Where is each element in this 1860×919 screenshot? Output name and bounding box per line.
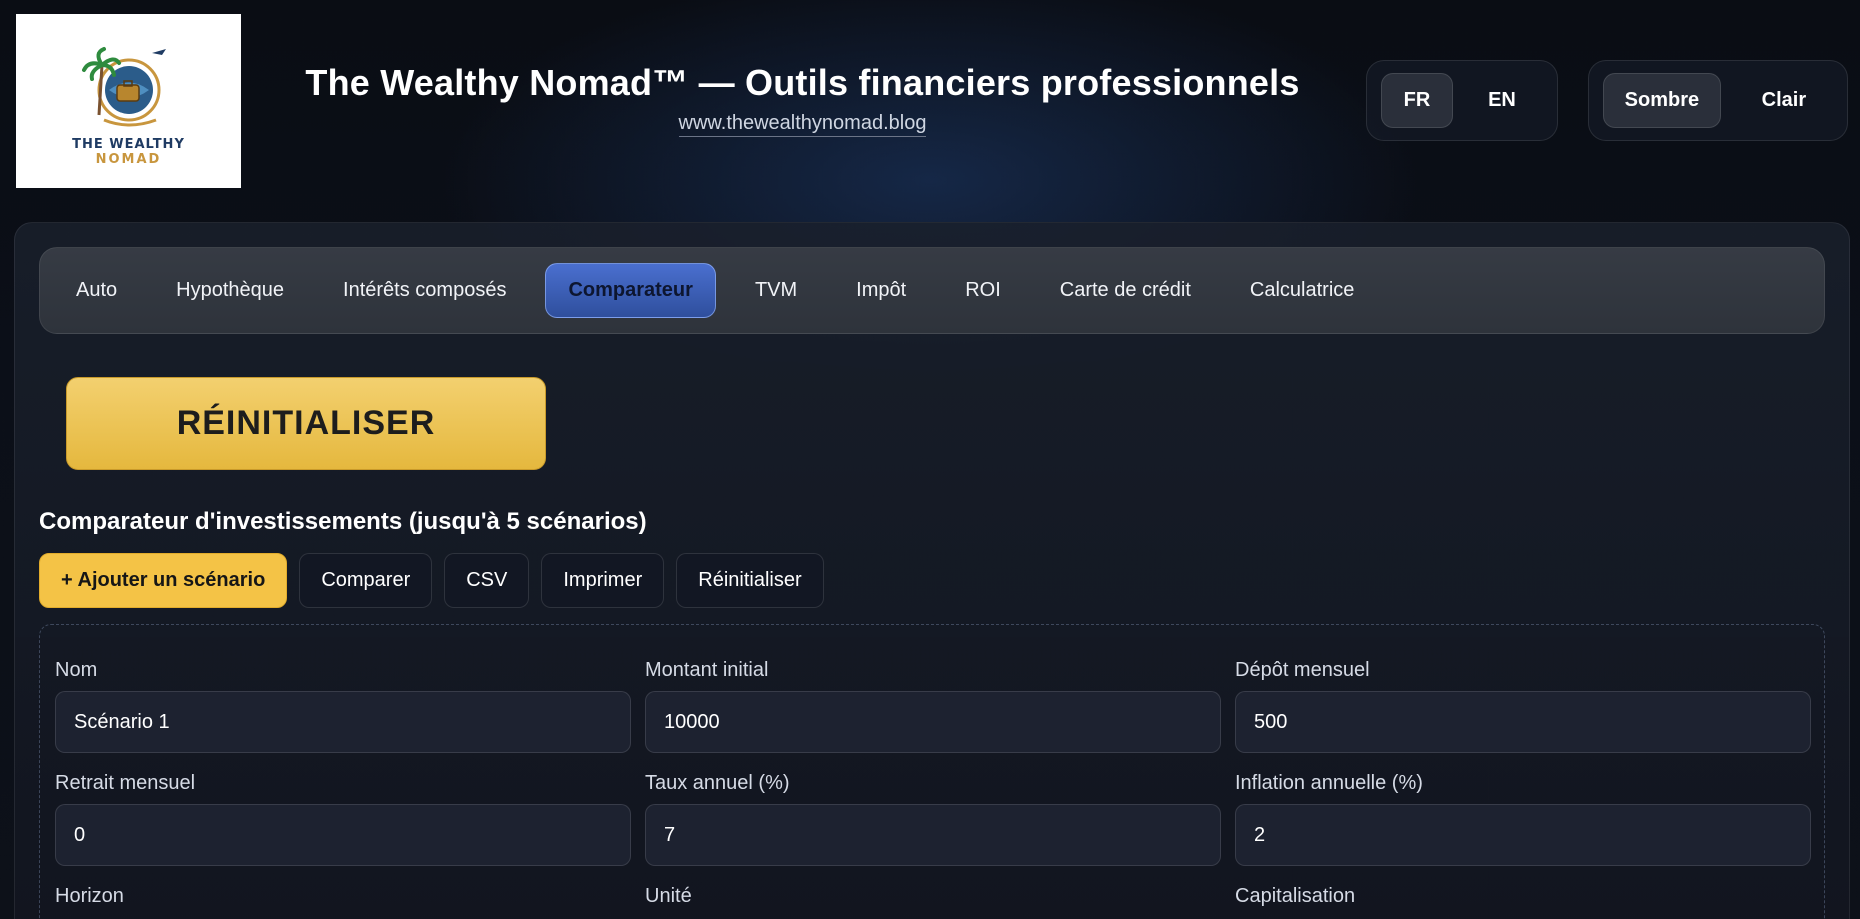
lang-fr-button[interactable]: FR <box>1381 73 1453 128</box>
theme-toggle: Sombre Clair <box>1588 60 1848 141</box>
add-scenario-button[interactable]: + Ajouter un scénario <box>39 553 288 608</box>
field-inflation: Inflation annuelle (%) <box>1235 772 1811 866</box>
tab-impot[interactable]: Impôt <box>836 263 926 318</box>
main-panel: Auto Hypothèque Intérêts composés Compar… <box>14 222 1850 919</box>
theme-light-button[interactable]: Clair <box>1735 73 1833 128</box>
tool-tabs: Auto Hypothèque Intérêts composés Compar… <box>39 247 1825 334</box>
name-label: Nom <box>55 659 98 681</box>
field-unit: Unité <box>645 885 1221 917</box>
field-horizon: Horizon <box>55 885 631 917</box>
compounding-label: Capitalisation <box>1235 885 1356 907</box>
field-monthly-deposit: Dépôt mensuel <box>1235 659 1811 753</box>
section-title: Comparateur d'investissements (jusqu'à 5… <box>39 508 647 535</box>
globe-palm-logo-icon <box>81 47 166 127</box>
tab-tvm[interactable]: TVM <box>735 263 817 318</box>
website-link[interactable]: www.thewealthynomad.blog <box>678 112 927 137</box>
tab-calculatrice[interactable]: Calculatrice <box>1230 263 1374 318</box>
monthly-withdrawal-input[interactable] <box>55 804 631 866</box>
annual-rate-input[interactable] <box>645 804 1221 866</box>
field-compounding: Capitalisation <box>1235 885 1811 917</box>
inflation-label: Inflation annuelle (%) <box>1235 772 1423 794</box>
tab-carte-de-credit[interactable]: Carte de crédit <box>1040 263 1211 318</box>
scenario-card: Nom Montant initial Dépôt mensuel Retrai… <box>39 624 1825 919</box>
reset-all-button[interactable]: RÉINITIALISER <box>66 377 546 470</box>
title-block: The Wealthy Nomad™ — Outils financiers p… <box>290 62 1315 137</box>
scenario-actions: + Ajouter un scénario Comparer CSV Impri… <box>39 553 824 608</box>
lang-en-button[interactable]: EN <box>1467 73 1537 128</box>
field-initial: Montant initial <box>645 659 1221 753</box>
monthly-deposit-input[interactable] <box>1235 691 1811 753</box>
field-monthly-withdrawal: Retrait mensuel <box>55 772 631 866</box>
initial-amount-label: Montant initial <box>645 659 769 681</box>
annual-rate-label: Taux annuel (%) <box>645 772 790 794</box>
logo-text-nomad: NOMAD <box>95 152 162 167</box>
initial-amount-input[interactable] <box>645 691 1221 753</box>
brand-logo[interactable]: THE WEALTHY NOMAD <box>16 14 241 188</box>
tab-auto[interactable]: Auto <box>56 263 137 318</box>
tab-interets-composes[interactable]: Intérêts composés <box>323 263 526 318</box>
unit-label: Unité <box>645 885 692 907</box>
inflation-input[interactable] <box>1235 804 1811 866</box>
tab-roi[interactable]: ROI <box>945 263 1021 318</box>
tab-comparateur[interactable]: Comparateur <box>545 263 716 318</box>
language-toggle: FR EN <box>1366 60 1558 141</box>
logo-text-wealthy: THE WEALTHY <box>72 137 185 152</box>
reset-button[interactable]: Réinitialiser <box>676 553 824 608</box>
horizon-label: Horizon <box>55 885 124 907</box>
app-header: THE WEALTHY NOMAD The Wealthy Nomad™ — O… <box>0 0 1860 210</box>
monthly-deposit-label: Dépôt mensuel <box>1235 659 1370 681</box>
theme-dark-button[interactable]: Sombre <box>1603 73 1721 128</box>
field-annual-rate: Taux annuel (%) <box>645 772 1221 866</box>
name-input[interactable] <box>55 691 631 753</box>
csv-button[interactable]: CSV <box>444 553 530 608</box>
tab-hypotheque[interactable]: Hypothèque <box>156 263 304 318</box>
page-title: The Wealthy Nomad™ — Outils financiers p… <box>305 62 1300 103</box>
compare-button[interactable]: Comparer <box>299 553 433 608</box>
monthly-withdrawal-label: Retrait mensuel <box>55 772 196 794</box>
field-name: Nom <box>55 659 631 753</box>
print-button[interactable]: Imprimer <box>541 553 665 608</box>
